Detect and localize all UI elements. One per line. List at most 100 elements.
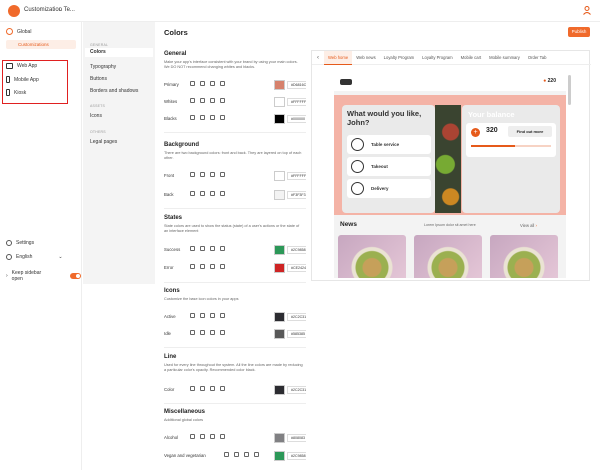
color-swatch[interactable]	[274, 433, 285, 443]
kiosk-icon[interactable]	[220, 386, 225, 391]
color-swatch[interactable]	[274, 329, 285, 339]
sidebar-item-mobile-app[interactable]: Mobile App	[6, 76, 39, 83]
news-image[interactable]	[338, 235, 406, 278]
sidebar-item-label: Mobile App	[14, 76, 39, 83]
laptop-icon[interactable]	[200, 81, 205, 86]
phone-icon[interactable]	[210, 386, 215, 391]
hex-input[interactable]: #FFFFFF	[287, 172, 306, 180]
color-swatch[interactable]	[274, 263, 285, 273]
org-name[interactable]: Customization Te...	[24, 7, 75, 13]
kiosk-icon[interactable]	[220, 115, 225, 120]
publish-button[interactable]: Publish	[568, 27, 590, 37]
hex-input[interactable]: #585385	[287, 330, 306, 338]
laptop-icon[interactable]	[200, 434, 205, 439]
kiosk-icon[interactable]	[220, 434, 225, 439]
kiosk-icon[interactable]	[220, 313, 225, 318]
tab-mobile-cart[interactable]: Mobile cart	[457, 51, 485, 65]
phone-icon[interactable]	[210, 246, 215, 251]
chevron-down-icon[interactable]: ⌄	[58, 6, 63, 13]
news-image[interactable]	[490, 235, 558, 278]
hex-input[interactable]: #808083	[287, 434, 306, 442]
tab-loyalty-program-2[interactable]: Loyalty Program	[418, 51, 457, 65]
color-swatch[interactable]	[274, 451, 285, 461]
phone-icon[interactable]	[210, 264, 215, 269]
hex-input[interactable]: #2C2C31	[287, 386, 306, 394]
subnav-item-typography[interactable]: Typography	[90, 64, 116, 70]
language-select[interactable]: English ⌄	[6, 254, 63, 260]
tab-web-news[interactable]: Web news	[352, 51, 379, 65]
find-out-more-button[interactable]: Find out more	[508, 126, 552, 137]
chevron-left-icon[interactable]: ‹	[312, 55, 324, 61]
color-swatch[interactable]	[274, 245, 285, 255]
phone-icon[interactable]	[210, 81, 215, 86]
tab-mobile-summary[interactable]: Mobile summary	[485, 51, 524, 65]
option-delivery[interactable]: Delivery	[347, 179, 431, 198]
hex-input[interactable]: #F3F3F3	[287, 191, 306, 199]
option-takeout[interactable]: Takeout	[347, 157, 431, 176]
tab-loyalty-program[interactable]: Loyalty Program	[380, 51, 419, 65]
subnav-item-colors[interactable]: Colors	[85, 48, 153, 57]
laptop-icon[interactable]	[200, 264, 205, 269]
kiosk-icon[interactable]	[254, 452, 259, 457]
keep-sidebar-toggle[interactable]	[70, 273, 81, 279]
laptop-icon[interactable]	[200, 172, 205, 177]
laptop-icon[interactable]	[200, 98, 205, 103]
user-icon[interactable]	[582, 5, 592, 15]
hex-input[interactable]: #2C9858	[287, 452, 306, 460]
laptop-icon[interactable]	[200, 191, 205, 196]
phone-icon[interactable]	[210, 191, 215, 196]
subnav-item-icons[interactable]: Icons	[90, 113, 102, 119]
hex-input[interactable]: #2C9858	[287, 246, 306, 254]
sidebar-item-kiosk[interactable]: Kiosk	[6, 89, 26, 96]
phone-icon[interactable]	[210, 115, 215, 120]
kiosk-icon[interactable]	[220, 191, 225, 196]
color-swatch[interactable]	[274, 385, 285, 395]
color-swatch[interactable]	[274, 97, 285, 107]
color-swatch[interactable]	[274, 312, 285, 322]
color-swatch[interactable]	[274, 114, 285, 124]
sidebar-item-settings[interactable]: Settings	[6, 240, 34, 246]
org-logo[interactable]	[8, 5, 20, 17]
kiosk-icon[interactable]	[220, 330, 225, 335]
hex-input[interactable]: #2C2C31	[287, 313, 306, 321]
laptop-icon[interactable]	[200, 313, 205, 318]
color-swatch[interactable]	[274, 190, 285, 200]
laptop-icon[interactable]	[234, 452, 239, 457]
tab-web-home[interactable]: Web home	[324, 50, 353, 65]
subnav-item-buttons[interactable]: Buttons	[90, 76, 107, 82]
hex-input[interactable]: #000000	[287, 115, 306, 123]
chevron-right-icon[interactable]: ›	[6, 273, 8, 279]
phone-icon[interactable]	[210, 313, 215, 318]
device-icons	[190, 98, 225, 103]
tab-order-tab[interactable]: Order Tab	[524, 51, 551, 65]
phone-icon[interactable]	[210, 434, 215, 439]
hex-input[interactable]: #CE2424	[287, 264, 306, 272]
kiosk-icon[interactable]	[220, 246, 225, 251]
laptop-icon[interactable]	[200, 115, 205, 120]
view-all-link[interactable]: View all ›	[520, 223, 537, 228]
subnav-item-legal[interactable]: Legal pages	[90, 139, 117, 145]
color-swatch[interactable]	[274, 171, 285, 181]
kiosk-icon[interactable]	[220, 172, 225, 177]
phone-icon[interactable]	[210, 98, 215, 103]
news-image[interactable]	[414, 235, 482, 278]
scrollbar[interactable]	[568, 75, 571, 105]
color-swatch[interactable]	[274, 80, 285, 90]
laptop-icon[interactable]	[200, 246, 205, 251]
hex-input[interactable]: #FFFFFF	[287, 98, 306, 106]
hex-input[interactable]: #D6816C	[287, 81, 306, 89]
subnav-item-borders[interactable]: Borders and shadows	[90, 88, 138, 94]
laptop-icon[interactable]	[200, 330, 205, 335]
kiosk-icon[interactable]	[220, 81, 225, 86]
option-table-service[interactable]: Table service	[347, 135, 431, 154]
phone-icon[interactable]	[210, 172, 215, 177]
phone-icon[interactable]	[244, 452, 249, 457]
phone-icon[interactable]	[210, 330, 215, 335]
kiosk-icon[interactable]	[220, 264, 225, 269]
laptop-icon[interactable]	[200, 386, 205, 391]
sidebar-item-web-app[interactable]: Web App	[6, 63, 37, 69]
kiosk-icon[interactable]	[220, 98, 225, 103]
plus-icon[interactable]: +	[471, 128, 480, 137]
sidebar-item-global[interactable]: Global	[6, 28, 31, 35]
sidebar-item-customizations[interactable]: Customizations	[6, 40, 76, 49]
